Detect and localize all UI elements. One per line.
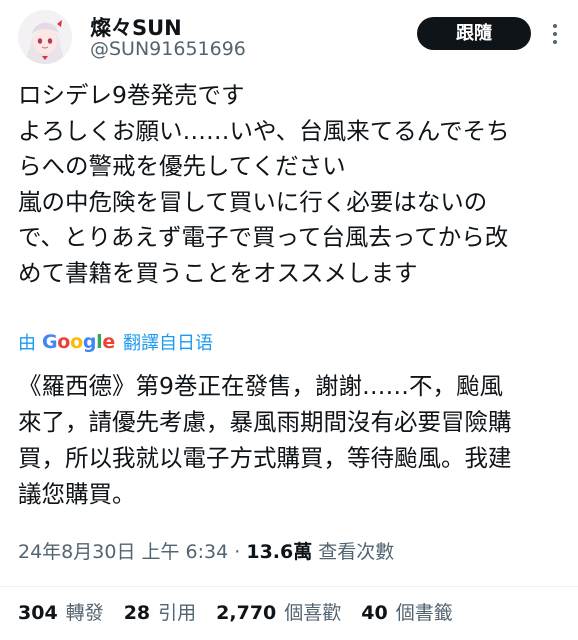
- avatar[interactable]: [18, 10, 72, 64]
- bookmarks-stat[interactable]: 40 個書籤: [361, 598, 452, 625]
- avatar-image: [18, 10, 72, 64]
- tweet-timestamp[interactable]: 24年8月30日 上午 6:34: [18, 541, 228, 563]
- tweet-text: ロシデレ9巻発売です よろしくお願い……いや、台風来てるんでそち らへの警戒を優…: [18, 81, 510, 287]
- google-logo: Google: [42, 331, 115, 353]
- views-label: 查看次數: [318, 541, 395, 563]
- meta-separator: ·: [234, 541, 241, 563]
- divider: [0, 586, 578, 587]
- engagement-stats: 304 轉發 28 引用 2,770 個喜歡 40 個書籤: [18, 598, 473, 625]
- follow-button[interactable]: 跟隨: [417, 17, 531, 50]
- translation-attribution: 由 Google 翻譯自日语: [18, 330, 213, 354]
- retweets-stat[interactable]: 304 轉發: [18, 598, 104, 625]
- user-handle[interactable]: @SUN91651696: [90, 38, 246, 60]
- translated-from-link[interactable]: 翻譯自日语: [123, 329, 213, 355]
- views-count: 13.6萬: [246, 541, 313, 563]
- tweet-meta: 24年8月30日 上午 6:34 · 13.6萬 查看次數: [18, 537, 394, 564]
- translated-text: 《羅西德》第9巻正在發售，謝謝……不，颱風 來了，請優先考慮，暴風雨期間沒有必要…: [18, 372, 512, 508]
- more-vertical-icon[interactable]: [546, 22, 564, 46]
- quotes-stat[interactable]: 28 引用: [124, 598, 196, 625]
- tweet-header: 燦々SUN @SUN91651696 跟隨: [0, 0, 578, 70]
- likes-stat[interactable]: 2,770 個喜歡: [216, 598, 341, 625]
- translation-by: 由: [18, 333, 36, 354]
